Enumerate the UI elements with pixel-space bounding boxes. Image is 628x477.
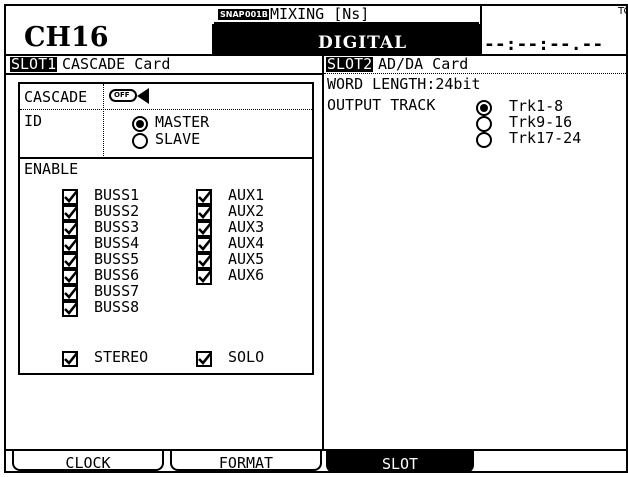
mode-bar: DIGITAL xyxy=(212,24,480,54)
cascade-switch-state: OFF xyxy=(114,91,130,99)
buss3-label: BUSS3 xyxy=(94,218,140,236)
id-slave-radio[interactable] xyxy=(132,133,148,149)
scene-info: SNAP 001B MIXING [Ns] xyxy=(214,7,479,22)
channel-label: CH16 xyxy=(24,22,109,53)
solo-label: SOLO xyxy=(228,348,265,366)
check-icon xyxy=(198,206,213,219)
cascade-panel: CASCADE OFF ID MASTER SLAVE ENABLE BUSS1… xyxy=(18,82,314,375)
trk17-24-label: Trk17-24 xyxy=(509,129,582,147)
id-master-radio[interactable] xyxy=(132,116,148,132)
aux3-label: AUX3 xyxy=(228,218,265,236)
buss4-label: BUSS4 xyxy=(94,234,140,252)
tab-clock[interactable]: CLOCK xyxy=(12,451,164,471)
timecode-label: TC xyxy=(618,6,626,17)
stereo-checkbox[interactable] xyxy=(62,351,79,367)
enable-divider xyxy=(20,157,312,159)
trk1-8-radio[interactable] xyxy=(476,100,492,116)
check-icon xyxy=(198,190,213,203)
tab-format[interactable]: FORMAT xyxy=(170,451,322,471)
mode-label: DIGITAL xyxy=(318,33,408,53)
buss5-label: BUSS5 xyxy=(94,250,140,268)
header-divider xyxy=(480,6,482,54)
timecode-display: --:--:--.-- xyxy=(484,34,604,55)
check-icon xyxy=(64,206,79,219)
check-icon xyxy=(198,254,213,267)
aux6-checkbox[interactable] xyxy=(196,269,213,285)
check-icon xyxy=(198,222,213,235)
cascade-switch[interactable]: OFF xyxy=(109,88,153,104)
cascade-switch-body: OFF xyxy=(109,89,137,102)
check-icon xyxy=(64,286,79,299)
aux6-label: AUX6 xyxy=(228,266,265,284)
scene-name: MIXING [Ns] xyxy=(270,5,370,23)
check-icon xyxy=(64,352,79,365)
buss6-label: BUSS6 xyxy=(94,266,140,284)
check-icon xyxy=(64,190,79,203)
trk9-16-label: Trk9-16 xyxy=(509,113,573,131)
scene-number: 001B xyxy=(244,9,269,20)
tab-clock-label: CLOCK xyxy=(65,454,111,472)
buss7-checkbox[interactable] xyxy=(62,285,79,301)
id-slave-label: SLAVE xyxy=(155,130,201,148)
slot-divider xyxy=(322,56,324,451)
solo-checkbox[interactable] xyxy=(196,351,213,367)
slot1-title: SLOT1 CASCADE Card xyxy=(6,56,322,75)
word-length-row: WORD LENGTH:24bit xyxy=(327,74,481,93)
word-length-value: 24bit xyxy=(435,75,481,93)
check-icon xyxy=(64,238,79,251)
check-icon xyxy=(64,222,79,235)
check-icon xyxy=(64,254,79,267)
aux4-label: AUX4 xyxy=(228,234,265,252)
slot1-tag: SLOT1 xyxy=(10,55,58,73)
slot2-tag: SLOT2 xyxy=(326,55,374,73)
switch-pointer-icon xyxy=(137,88,149,104)
aux1-label: AUX1 xyxy=(228,186,265,204)
lcd-screen: CH16 SNAP 001B MIXING [Ns] DIGITAL TC --… xyxy=(4,4,628,473)
check-icon xyxy=(198,238,213,251)
buss8-checkbox[interactable] xyxy=(62,301,79,317)
slot2-card-name: AD/DA Card xyxy=(378,55,469,73)
tab-slot[interactable]: SLOT xyxy=(326,451,474,473)
buss7-label: BUSS7 xyxy=(94,282,140,300)
aux4-checkbox[interactable] xyxy=(196,237,213,253)
word-length-label: WORD LENGTH: xyxy=(327,75,436,93)
enable-label: ENABLE xyxy=(24,160,79,178)
aux5-label: AUX5 xyxy=(228,250,265,268)
aux3-checkbox[interactable] xyxy=(196,221,213,237)
buss6-checkbox[interactable] xyxy=(62,269,79,285)
buss1-label: BUSS1 xyxy=(94,186,140,204)
buss4-checkbox[interactable] xyxy=(62,237,79,253)
buss1-checkbox[interactable] xyxy=(62,189,79,205)
trk1-8-label: Trk1-8 xyxy=(509,97,564,115)
cascade-column-divider xyxy=(103,84,104,158)
check-icon xyxy=(64,302,79,315)
trk17-24-radio[interactable] xyxy=(476,132,492,148)
aux2-checkbox[interactable] xyxy=(196,205,213,221)
check-icon xyxy=(64,270,79,283)
check-icon xyxy=(198,352,213,365)
stereo-label: STEREO xyxy=(94,348,149,366)
aux2-label: AUX2 xyxy=(228,202,265,220)
slot2-title: SLOT2 AD/DA Card xyxy=(324,56,626,73)
trk9-16-radio[interactable] xyxy=(476,116,492,132)
tab-format-label: FORMAT xyxy=(218,454,274,472)
check-icon xyxy=(198,270,213,283)
buss3-checkbox[interactable] xyxy=(62,221,79,237)
slot1-card-name: CASCADE Card xyxy=(62,55,171,73)
aux1-checkbox[interactable] xyxy=(196,189,213,205)
id-master-label: MASTER xyxy=(155,113,210,131)
cascade-row-divider xyxy=(20,109,312,110)
cascade-label: CASCADE xyxy=(24,88,88,106)
snap-badge: SNAP xyxy=(218,9,247,20)
buss8-label: BUSS8 xyxy=(94,298,140,316)
buss2-checkbox[interactable] xyxy=(62,205,79,221)
buss5-checkbox[interactable] xyxy=(62,253,79,269)
output-track-label: OUTPUT TRACK xyxy=(327,96,436,114)
buss2-label: BUSS2 xyxy=(94,202,140,220)
id-label: ID xyxy=(24,112,43,130)
aux5-checkbox[interactable] xyxy=(196,253,213,269)
tab-slot-label: SLOT xyxy=(381,455,419,473)
